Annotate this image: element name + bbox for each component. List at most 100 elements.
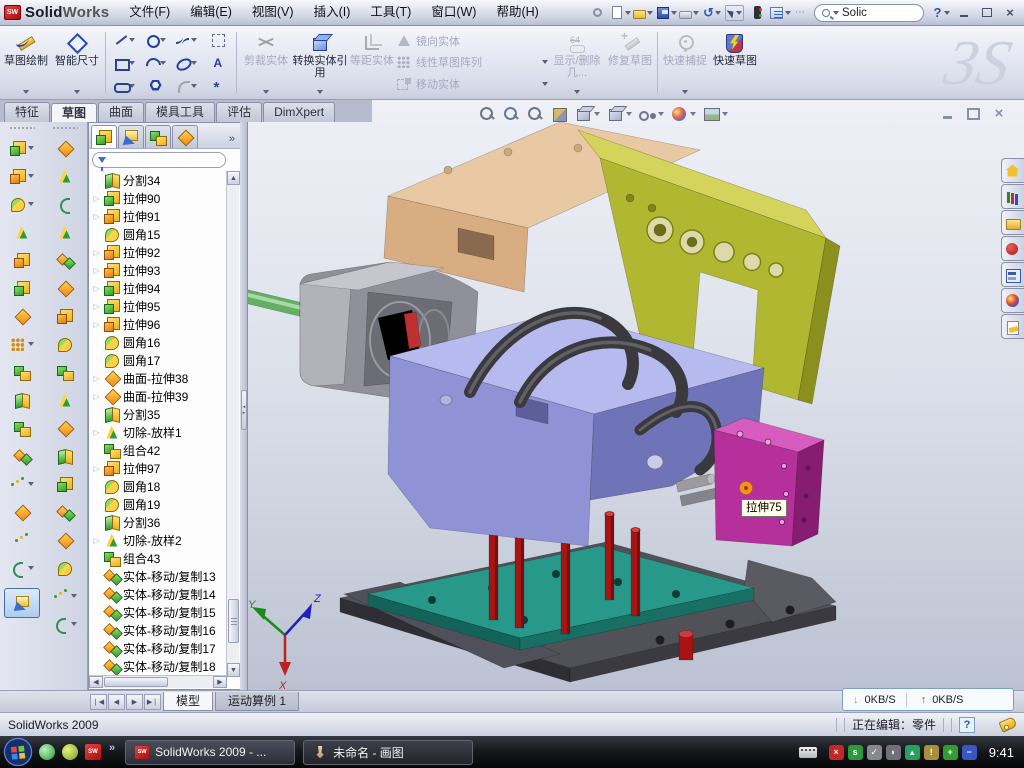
replace-face-button[interactable]: [46, 442, 84, 470]
tree-item[interactable]: ▷拉伸95: [89, 297, 227, 315]
linear-pattern-button[interactable]: [3, 330, 41, 358]
scroll-up-button[interactable]: ▲: [227, 171, 240, 185]
extruded-boss-button[interactable]: [3, 134, 41, 162]
undo-button[interactable]: ↺: [702, 3, 722, 22]
tab-草图[interactable]: 草图: [51, 103, 97, 123]
tab-model[interactable]: 模型: [163, 692, 213, 711]
section-view-button[interactable]: [550, 105, 568, 123]
trim-surface-button[interactable]: [46, 498, 84, 526]
sketch-trim-box-button[interactable]: [202, 28, 233, 51]
taskbar-clock[interactable]: 9:41: [989, 745, 1014, 760]
tree-item[interactable]: 圆角17: [89, 351, 227, 369]
app-minimize-button[interactable]: [954, 4, 974, 21]
network-warning-tray-icon[interactable]: !: [924, 745, 939, 760]
expand-arrow-icon[interactable]: ▷: [92, 266, 101, 275]
planar-surface-button[interactable]: [46, 302, 84, 330]
tree-item[interactable]: ▷拉伸90: [89, 189, 227, 207]
tab-特征[interactable]: 特征: [4, 102, 50, 122]
menu-编辑(E)[interactable]: 编辑(E): [180, 0, 242, 25]
tree-item[interactable]: 实体-移动/复制15: [89, 603, 227, 621]
repair-sketch-button[interactable]: 修复草图: [606, 28, 654, 97]
hscroll-thumb[interactable]: [104, 677, 168, 687]
ruled-surface-button[interactable]: [46, 386, 84, 414]
solidworks-quicklaunch-icon[interactable]: SW: [85, 744, 101, 760]
untrim-surface-button[interactable]: [46, 526, 84, 554]
toolbar-overflow[interactable]: ⋯: [793, 7, 807, 18]
status-help-button[interactable]: ?: [959, 717, 975, 733]
traffic-blue-tray-icon[interactable]: −: [962, 745, 977, 760]
sketch-text-button[interactable]: [202, 51, 233, 74]
combine-button[interactable]: [3, 358, 41, 386]
scroll-left-button[interactable]: ◀: [89, 676, 103, 688]
expand-arrow-icon[interactable]: ▷: [92, 374, 101, 383]
boundary-surface-button[interactable]: [46, 246, 84, 274]
sketch-polygon-button[interactable]: [140, 74, 171, 97]
search-input[interactable]: Solic: [842, 7, 867, 19]
audio-tray-icon[interactable]: ◗: [886, 745, 901, 760]
tree-item[interactable]: ▷拉伸93: [89, 261, 227, 279]
search-tool-tray-icon[interactable]: ✓: [867, 745, 882, 760]
fm-tab-featuremanager-design-tree[interactable]: [91, 125, 117, 148]
display-delete-relations-button[interactable]: 显示/删除几...: [548, 28, 606, 97]
tab-曲面[interactable]: 曲面: [98, 102, 144, 122]
tree-item[interactable]: 圆角15: [89, 225, 227, 243]
extruded-cut-button[interactable]: [3, 162, 41, 190]
security-quicklaunch-icon[interactable]: [62, 744, 78, 760]
edit-appearance-button[interactable]: [670, 105, 696, 123]
sketch-circle-button[interactable]: [140, 28, 171, 51]
fm-tabs-overflow[interactable]: »: [229, 133, 238, 148]
print-button[interactable]: [679, 3, 699, 22]
knit-surface-button[interactable]: [46, 358, 84, 386]
panel-splitter[interactable]: ◂▸: [240, 122, 248, 690]
start-button[interactable]: [3, 737, 33, 767]
move-entities-button[interactable]: 移动实体: [396, 76, 548, 92]
swept-surface-button[interactable]: [46, 190, 84, 218]
sketch-slot-button[interactable]: [109, 74, 140, 97]
intersect-button[interactable]: [3, 414, 41, 442]
expand-arrow-icon[interactable]: ▷: [92, 212, 101, 221]
help-button[interactable]: ?: [931, 3, 951, 22]
open-file-button[interactable]: [633, 3, 653, 22]
fm-tab-configurationmanager[interactable]: [145, 125, 171, 148]
sketch-arc-button[interactable]: [140, 51, 171, 74]
extruded-surface-button[interactable]: [46, 134, 84, 162]
appearances-scenes-tab[interactable]: [1001, 288, 1024, 313]
helix-button[interactable]: [3, 554, 41, 582]
menu-插入(I)[interactable]: 插入(I): [304, 0, 361, 25]
tree-item[interactable]: ▷拉伸94: [89, 279, 227, 297]
graphics-viewport[interactable]: Y Z X 拉伸75 ×: [248, 100, 1024, 690]
smart-dimension-button[interactable]: 智能尺寸: [52, 28, 102, 97]
pin-toolbar-button[interactable]: [587, 3, 607, 22]
sketch-sketch-fillet-button[interactable]: [171, 74, 202, 97]
tree-item[interactable]: 实体-移动/复制17: [89, 639, 227, 657]
prev-tab-button[interactable]: ◀: [108, 694, 125, 710]
swept-boss-button[interactable]: [3, 218, 41, 246]
tab-DimXpert[interactable]: DimXpert: [263, 102, 335, 122]
zoom-to-area-button[interactable]: [502, 105, 520, 123]
sketch-ellipse-button[interactable]: [171, 51, 202, 74]
tree-item[interactable]: ▷拉伸92: [89, 243, 227, 261]
hole-wizard-button[interactable]: [3, 302, 41, 330]
scroll-thumb[interactable]: [228, 599, 239, 643]
shell-button[interactable]: [3, 274, 41, 302]
tree-item[interactable]: ▷曲面-拉伸38: [89, 369, 227, 387]
tree-item[interactable]: 实体-移动/复制18: [89, 657, 227, 675]
rebuild-button[interactable]: [747, 3, 767, 22]
menu-文件(F)[interactable]: 文件(F): [119, 0, 180, 25]
expand-arrow-icon[interactable]: ▷: [92, 302, 101, 311]
quick-launch-overflow[interactable]: »: [109, 742, 115, 754]
sketch-rectangle-button[interactable]: [109, 51, 140, 74]
scroll-right-button[interactable]: ▶: [213, 676, 227, 688]
tree-item[interactable]: ▷拉伸91: [89, 207, 227, 225]
hide-show-items-button[interactable]: [638, 105, 664, 123]
menu-工具(T)[interactable]: 工具(T): [360, 0, 421, 25]
tree-item[interactable]: 实体-移动/复制14: [89, 585, 227, 603]
toolbar-drag-handle[interactable]: [9, 126, 35, 131]
sketch-point-button[interactable]: [202, 74, 233, 97]
apply-scene-button[interactable]: [702, 105, 728, 123]
curves-button[interactable]: [46, 610, 84, 638]
move-copy-body-button[interactable]: [3, 442, 41, 470]
expand-arrow-icon[interactable]: ▷: [92, 320, 101, 329]
boss-block-button[interactable]: [3, 246, 41, 274]
app-close-button[interactable]: ×: [1000, 4, 1020, 21]
